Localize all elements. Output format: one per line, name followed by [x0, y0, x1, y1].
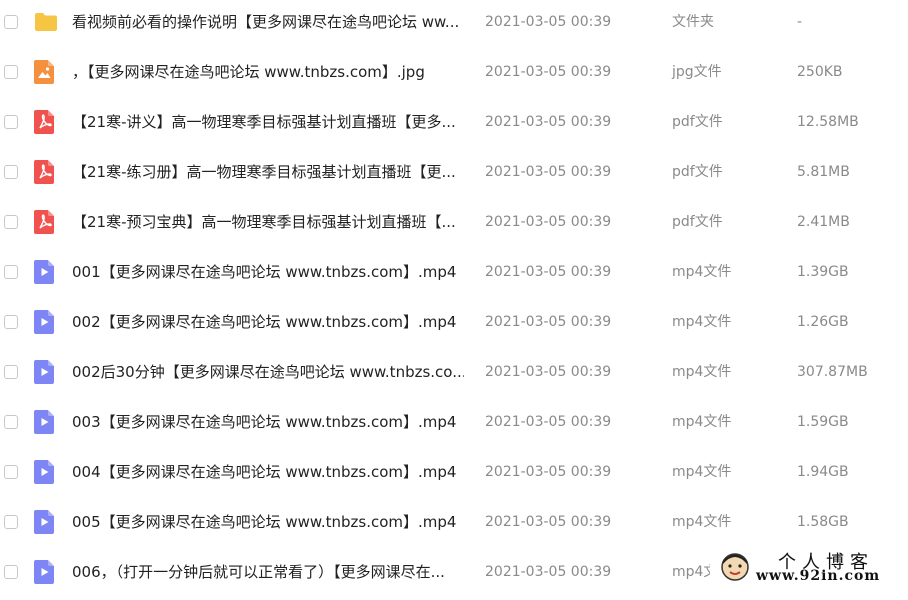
file-row[interactable]: 004【更多网课尽在途鸟吧论坛 www.tnbzs.com】.mp4 2021-0… [0, 450, 908, 500]
file-type: jpg文件 [672, 64, 722, 80]
file-row[interactable]: 【21寒-讲义】高一物理寒季目标强基计划直播班【更多... 2021-03-05 … [0, 100, 908, 150]
file-name[interactable]: 003【更多网课尽在途鸟吧论坛 www.tnbzs.com】.mp4 [72, 400, 456, 444]
row-checkbox[interactable] [4, 15, 18, 29]
row-checkbox[interactable] [4, 265, 18, 279]
file-row[interactable]: 003【更多网课尽在途鸟吧论坛 www.tnbzs.com】.mp4 2021-0… [0, 400, 908, 450]
file-type: mp4文件 [672, 464, 732, 480]
row-checkbox[interactable] [4, 215, 18, 229]
file-row[interactable]: ，【更多网课尽在途鸟吧论坛 www.tnbzs.com】.jpg 2021-03-… [0, 50, 908, 100]
file-modified-date: 2021-03-05 00:39 [485, 214, 612, 230]
file-modified-date: 2021-03-05 00:39 [485, 64, 612, 80]
avatar-logo-icon [721, 553, 749, 581]
row-checkbox[interactable] [4, 365, 18, 379]
file-size: 1.39GB [797, 264, 849, 280]
row-checkbox[interactable] [4, 515, 18, 529]
file-type: 文件夹 [672, 14, 714, 30]
file-modified-date: 2021-03-05 00:39 [485, 264, 612, 280]
watermark-url: www.92in.com [756, 568, 881, 584]
video-file-icon [34, 510, 54, 534]
file-row[interactable]: 002【更多网课尽在途鸟吧论坛 www.tnbzs.com】.mp4 2021-0… [0, 300, 908, 350]
file-name[interactable]: 001【更多网课尽在途鸟吧论坛 www.tnbzs.com】.mp4 [72, 250, 456, 294]
file-list: 看视频前必看的操作说明【更多网课尽在途鸟吧论坛 ww... 2021-03-05 … [0, 0, 908, 600]
file-type: mp4文件 [672, 264, 732, 280]
file-row[interactable]: 002后30分钟【更多网课尽在途鸟吧论坛 www.tnbzs.co... 2021… [0, 350, 908, 400]
video-file-icon [34, 410, 54, 434]
file-row[interactable]: 【21寒-练习册】高一物理寒季目标强基计划直播班【更... 2021-03-05 … [0, 150, 908, 200]
pdf-file-icon [34, 160, 54, 184]
file-type: mp4文件 [672, 364, 732, 380]
file-size: 1.59GB [797, 414, 849, 430]
file-name[interactable]: ，【更多网课尽在途鸟吧论坛 www.tnbzs.com】.jpg [72, 50, 425, 94]
file-size: 5.81MB [797, 164, 850, 180]
row-checkbox[interactable] [4, 115, 18, 129]
file-type: mp4文件 [672, 314, 732, 330]
file-name[interactable]: 【21寒-练习册】高一物理寒季目标强基计划直播班【更... [72, 150, 456, 194]
file-row[interactable]: 001【更多网课尽在途鸟吧论坛 www.tnbzs.com】.mp4 2021-0… [0, 250, 908, 300]
file-size: 2.41MB [797, 214, 850, 230]
file-name[interactable]: 看视频前必看的操作说明【更多网课尽在途鸟吧论坛 ww... [72, 0, 459, 44]
file-name[interactable]: 002后30分钟【更多网课尽在途鸟吧论坛 www.tnbzs.co... [72, 350, 464, 394]
file-size: 1.58GB [797, 514, 849, 530]
pdf-file-icon [34, 210, 54, 234]
file-name[interactable]: 005【更多网课尽在途鸟吧论坛 www.tnbzs.com】.mp4 [72, 500, 456, 544]
video-file-icon [34, 360, 54, 384]
row-checkbox[interactable] [4, 165, 18, 179]
file-type: mp4文件 [672, 414, 732, 430]
video-file-icon [34, 560, 54, 584]
row-checkbox[interactable] [4, 565, 18, 579]
folder-icon [34, 10, 57, 34]
file-name[interactable]: 【21寒-预习宝典】高一物理寒季目标强基计划直播班【... [72, 200, 456, 244]
file-size: 1.26GB [797, 314, 849, 330]
file-type: mp4文件 [672, 514, 732, 530]
file-modified-date: 2021-03-05 00:39 [485, 414, 612, 430]
row-checkbox[interactable] [4, 315, 18, 329]
file-modified-date: 2021-03-05 00:39 [485, 364, 612, 380]
file-size: 250KB [797, 64, 843, 80]
file-name[interactable]: 【21寒-讲义】高一物理寒季目标强基计划直播班【更多... [72, 100, 456, 144]
file-modified-date: 2021-03-05 00:39 [485, 464, 612, 480]
file-row[interactable]: 005【更多网课尽在途鸟吧论坛 www.tnbzs.com】.mp4 2021-0… [0, 500, 908, 550]
video-file-icon [34, 460, 54, 484]
file-type: pdf文件 [672, 214, 723, 230]
row-checkbox[interactable] [4, 465, 18, 479]
file-name[interactable]: 004【更多网课尽在途鸟吧论坛 www.tnbzs.com】.mp4 [72, 450, 456, 494]
file-size: 12.58MB [797, 114, 859, 130]
image-file-icon [34, 60, 54, 84]
row-checkbox[interactable] [4, 65, 18, 79]
file-type: pdf文件 [672, 164, 723, 180]
row-checkbox[interactable] [4, 415, 18, 429]
file-size: - [797, 14, 803, 30]
file-modified-date: 2021-03-05 00:39 [485, 564, 612, 580]
file-name[interactable]: 006，（打开一分钟后就可以正常看了）【更多网课尽在... [72, 550, 445, 594]
file-size: 307.87MB [797, 364, 868, 380]
video-file-icon [34, 260, 54, 284]
file-row[interactable]: 【21寒-预习宝典】高一物理寒季目标强基计划直播班【... 2021-03-05 … [0, 200, 908, 250]
file-modified-date: 2021-03-05 00:39 [485, 114, 612, 130]
file-type: pdf文件 [672, 114, 723, 130]
video-file-icon [34, 310, 54, 334]
pdf-file-icon [34, 110, 54, 134]
file-size: 1.94GB [797, 464, 849, 480]
watermark: 个人博客 www.92in.com [710, 546, 908, 590]
file-modified-date: 2021-03-05 00:39 [485, 14, 612, 30]
file-modified-date: 2021-03-05 00:39 [485, 314, 612, 330]
file-modified-date: 2021-03-05 00:39 [485, 164, 612, 180]
file-row[interactable]: 看视频前必看的操作说明【更多网课尽在途鸟吧论坛 ww... 2021-03-05 … [0, 0, 908, 50]
file-modified-date: 2021-03-05 00:39 [485, 514, 612, 530]
file-name[interactable]: 002【更多网课尽在途鸟吧论坛 www.tnbzs.com】.mp4 [72, 300, 456, 344]
